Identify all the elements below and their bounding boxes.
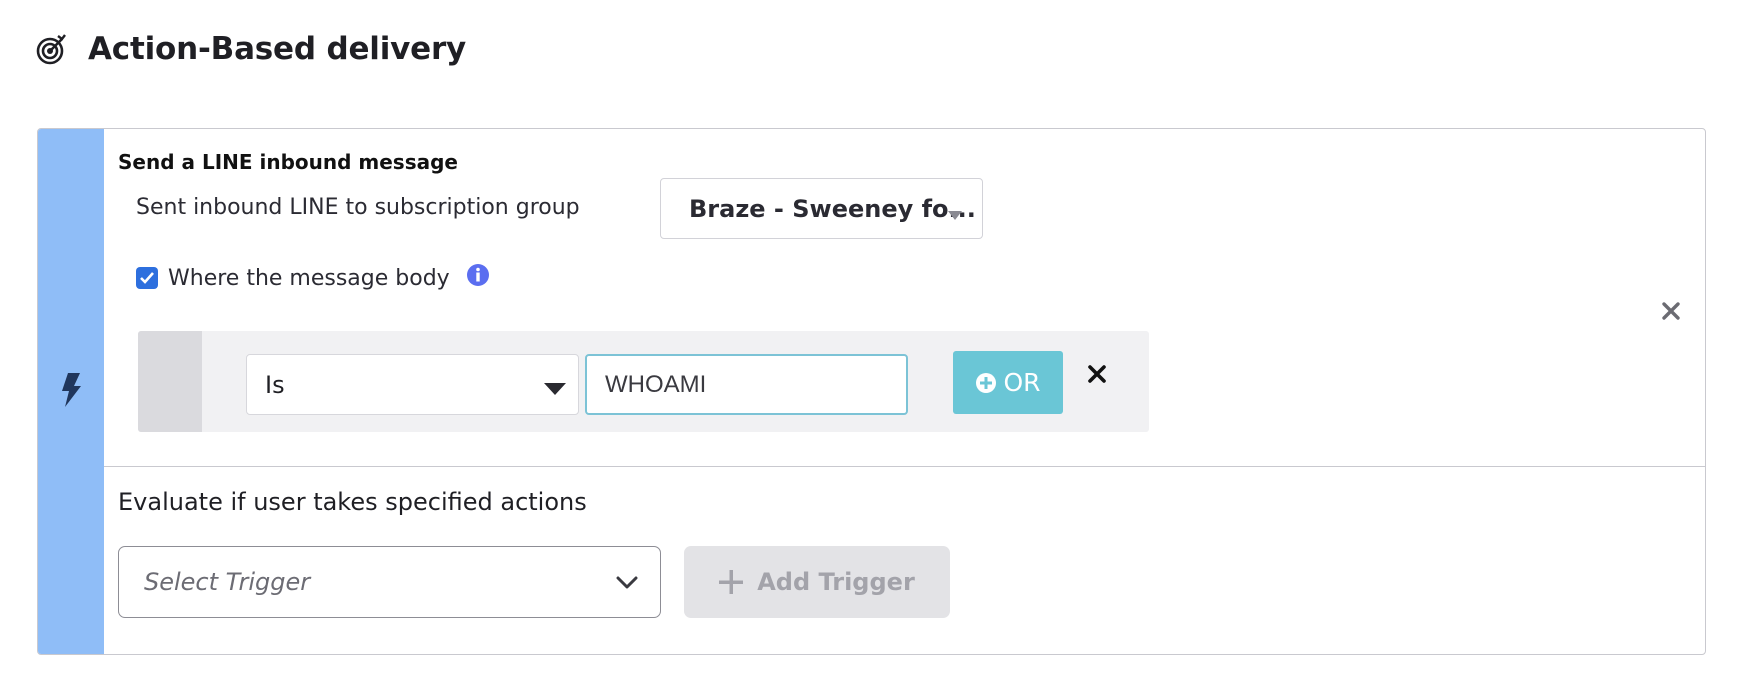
caret-down-icon [544, 380, 566, 399]
evaluate-actions-label: Evaluate if user takes specified actions [118, 488, 587, 516]
inbound-message-section: Send a LINE inbound message Sent inbound… [104, 129, 1705, 467]
operator-value: Is [265, 370, 285, 399]
subscription-group-select[interactable]: Braze - Sweeney fo... [660, 178, 983, 239]
card-left-strip [38, 129, 104, 654]
message-body-checkbox-row[interactable]: Where the message body [136, 263, 450, 293]
lightning-icon [59, 372, 83, 412]
caret-down-icon [948, 205, 962, 224]
subscription-group-label: Sent inbound LINE to subscription group [136, 195, 580, 220]
or-button-label: OR [1003, 368, 1041, 397]
remove-filter-close-icon[interactable] [1087, 364, 1107, 388]
filter-left-strip [138, 331, 202, 432]
select-trigger-dropdown[interactable]: Select Trigger [118, 546, 661, 618]
target-icon [36, 32, 70, 66]
plus-circle-icon [975, 372, 997, 394]
plus-icon [719, 570, 744, 594]
section-title: Send a LINE inbound message [118, 150, 458, 174]
card-main: Send a LINE inbound message Sent inbound… [104, 129, 1705, 654]
operator-select[interactable]: Is [246, 354, 579, 415]
message-body-value-input[interactable] [585, 354, 908, 415]
page-header: Action-Based delivery [36, 26, 466, 72]
action-trigger-card: Send a LINE inbound message Sent inbound… [37, 128, 1706, 655]
message-body-checkbox-label: Where the message body [168, 265, 450, 291]
subscription-group-value: Braze - Sweeney fo... [689, 194, 976, 223]
info-icon[interactable] [466, 263, 490, 291]
message-body-checkbox[interactable] [136, 267, 158, 289]
add-or-button[interactable]: OR [953, 351, 1063, 414]
select-trigger-placeholder: Select Trigger [144, 568, 311, 596]
remove-trigger-close-icon[interactable] [1661, 301, 1681, 325]
add-trigger-label: Add Trigger [757, 568, 915, 596]
message-body-filter: Is OR [138, 331, 1149, 432]
page-title: Action-Based delivery [88, 31, 467, 67]
add-trigger-button[interactable]: Add Trigger [684, 546, 950, 618]
chevron-down-icon [616, 575, 638, 594]
